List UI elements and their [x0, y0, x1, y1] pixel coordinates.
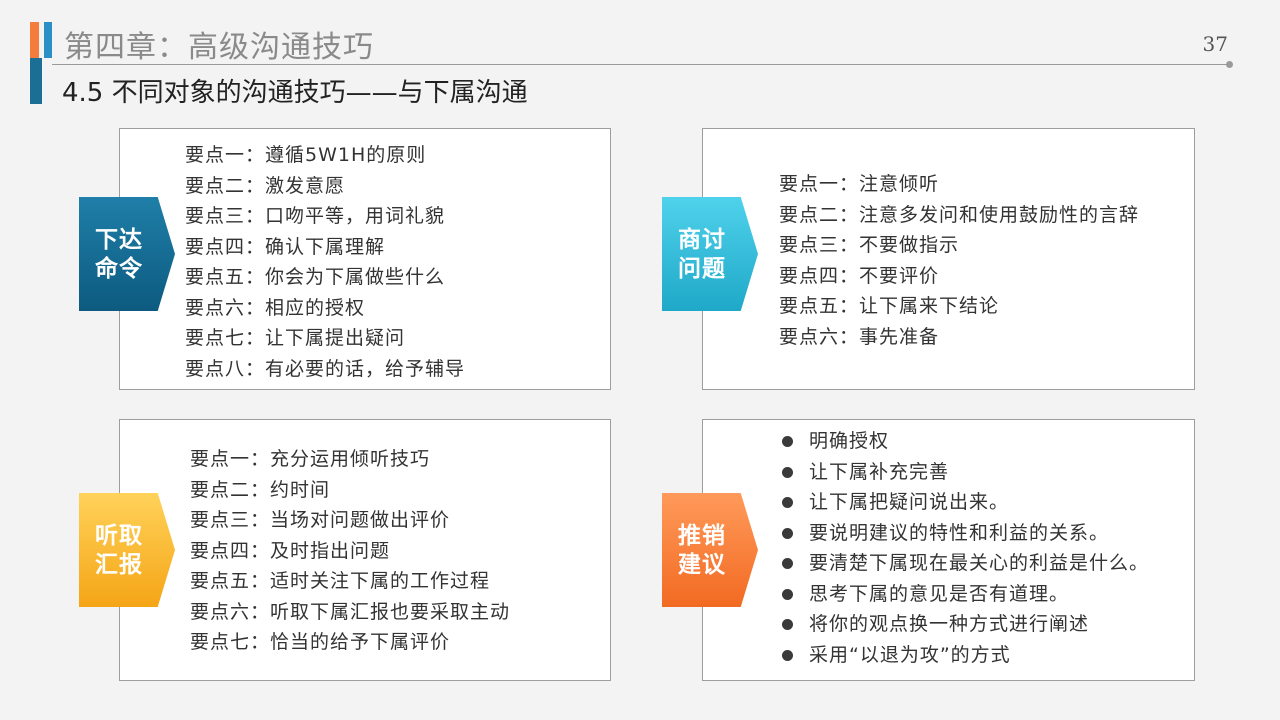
- list-item: 要清楚下属现在最关心的利益是什么。: [779, 548, 1149, 579]
- list-item: 采用“以退为攻”的方式: [779, 640, 1149, 671]
- list-item: 要点四：不要评价: [779, 264, 940, 287]
- list-item: 要点七：让下属提出疑问: [185, 327, 406, 349]
- header-accent-blue: [44, 22, 52, 58]
- header-accent-orange: [30, 22, 39, 58]
- list-item: 要点一：遵循5W1H的原则: [185, 144, 427, 166]
- list-item: 要点一：充分运用倾听技巧: [190, 448, 431, 470]
- panel-give-orders: 要点一：遵循5W1H的原则 要点二：激发意愿 要点三：口吻平等，用词礼貌 要点四…: [119, 128, 611, 390]
- tag-hear-reports: 听取汇报: [79, 493, 175, 607]
- page-number: 37: [1202, 32, 1228, 56]
- list-item: 要点四：及时指出问题: [190, 539, 391, 562]
- list-item: 要点三：不要做指示: [779, 234, 960, 256]
- list-item: 要点二：激发意愿: [185, 174, 346, 197]
- list-item: 要点二：注意多发问和使用鼓励性的言辞: [779, 203, 1140, 226]
- list-item: 要点二：约时间: [190, 478, 331, 501]
- tag-give-orders: 下达命令: [79, 197, 175, 311]
- list-item: 要点六：听取下属汇报也要采取主动: [190, 600, 511, 623]
- bullet-list: 明确授权 让下属补充完善 让下属把疑问说出来。 要说明建议的特性和利益的关系。 …: [779, 426, 1149, 670]
- list-item: 要点八：有必要的话，给予辅导: [185, 357, 466, 380]
- list-item: 要点五：适时关注下属的工作过程: [190, 570, 491, 592]
- list-item: 要点三：当场对问题做出评价: [190, 509, 451, 531]
- list-item: 要说明建议的特性和利益的关系。: [779, 518, 1149, 549]
- point-list: 要点一：充分运用倾听技巧 要点二：约时间 要点三：当场对问题做出评价 要点四：及…: [190, 444, 510, 658]
- tag-discuss-issues: 商讨问题: [662, 197, 758, 311]
- list-item: 要点四：确认下属理解: [185, 235, 386, 258]
- tag-promote-suggestions: 推销建议: [662, 493, 758, 607]
- list-item: 让下属把疑问说出来。: [779, 487, 1149, 518]
- list-item: 要点五：你会为下属做些什么: [185, 266, 446, 288]
- chapter-title: 第四章：高级沟通技巧: [64, 30, 374, 65]
- list-item: 要点七：恰当的给予下属评价: [190, 631, 451, 653]
- tag-label: 下达命令: [95, 226, 143, 282]
- panel-hear-reports: 要点一：充分运用倾听技巧 要点二：约时间 要点三：当场对问题做出评价 要点四：及…: [119, 419, 611, 681]
- tag-label: 商讨问题: [678, 226, 726, 282]
- tag-label: 听取汇报: [95, 522, 143, 578]
- list-item: 要点五：让下属来下结论: [779, 295, 1000, 317]
- header-divider: [52, 64, 1230, 65]
- tag-label: 推销建议: [678, 522, 726, 578]
- list-item: 要点六：事先准备: [779, 325, 940, 348]
- list-item: 让下属补充完善: [779, 457, 1149, 488]
- list-item: 要点一：注意倾听: [779, 173, 940, 195]
- panel-promote-suggestions: 明确授权 让下属补充完善 让下属把疑问说出来。 要说明建议的特性和利益的关系。 …: [702, 419, 1195, 681]
- list-item: 要点六：相应的授权: [185, 296, 366, 319]
- header-accent-dark: [30, 58, 42, 104]
- list-item: 要点三：口吻平等，用词礼貌: [185, 205, 446, 227]
- point-list: 要点一：注意倾听 要点二：注意多发问和使用鼓励性的言辞 要点三：不要做指示 要点…: [779, 169, 1139, 352]
- list-item: 将你的观点换一种方式进行阐述: [779, 609, 1149, 640]
- panel-discuss-issues: 要点一：注意倾听 要点二：注意多发问和使用鼓励性的言辞 要点三：不要做指示 要点…: [702, 128, 1195, 390]
- section-title: 4.5 不同对象的沟通技巧——与下属沟通: [62, 78, 528, 108]
- point-list: 要点一：遵循5W1H的原则 要点二：激发意愿 要点三：口吻平等，用词礼貌 要点四…: [185, 140, 465, 384]
- list-item: 明确授权: [779, 426, 1149, 457]
- list-item: 思考下属的意见是否有道理。: [779, 579, 1149, 610]
- header-divider-dot: [1226, 61, 1233, 68]
